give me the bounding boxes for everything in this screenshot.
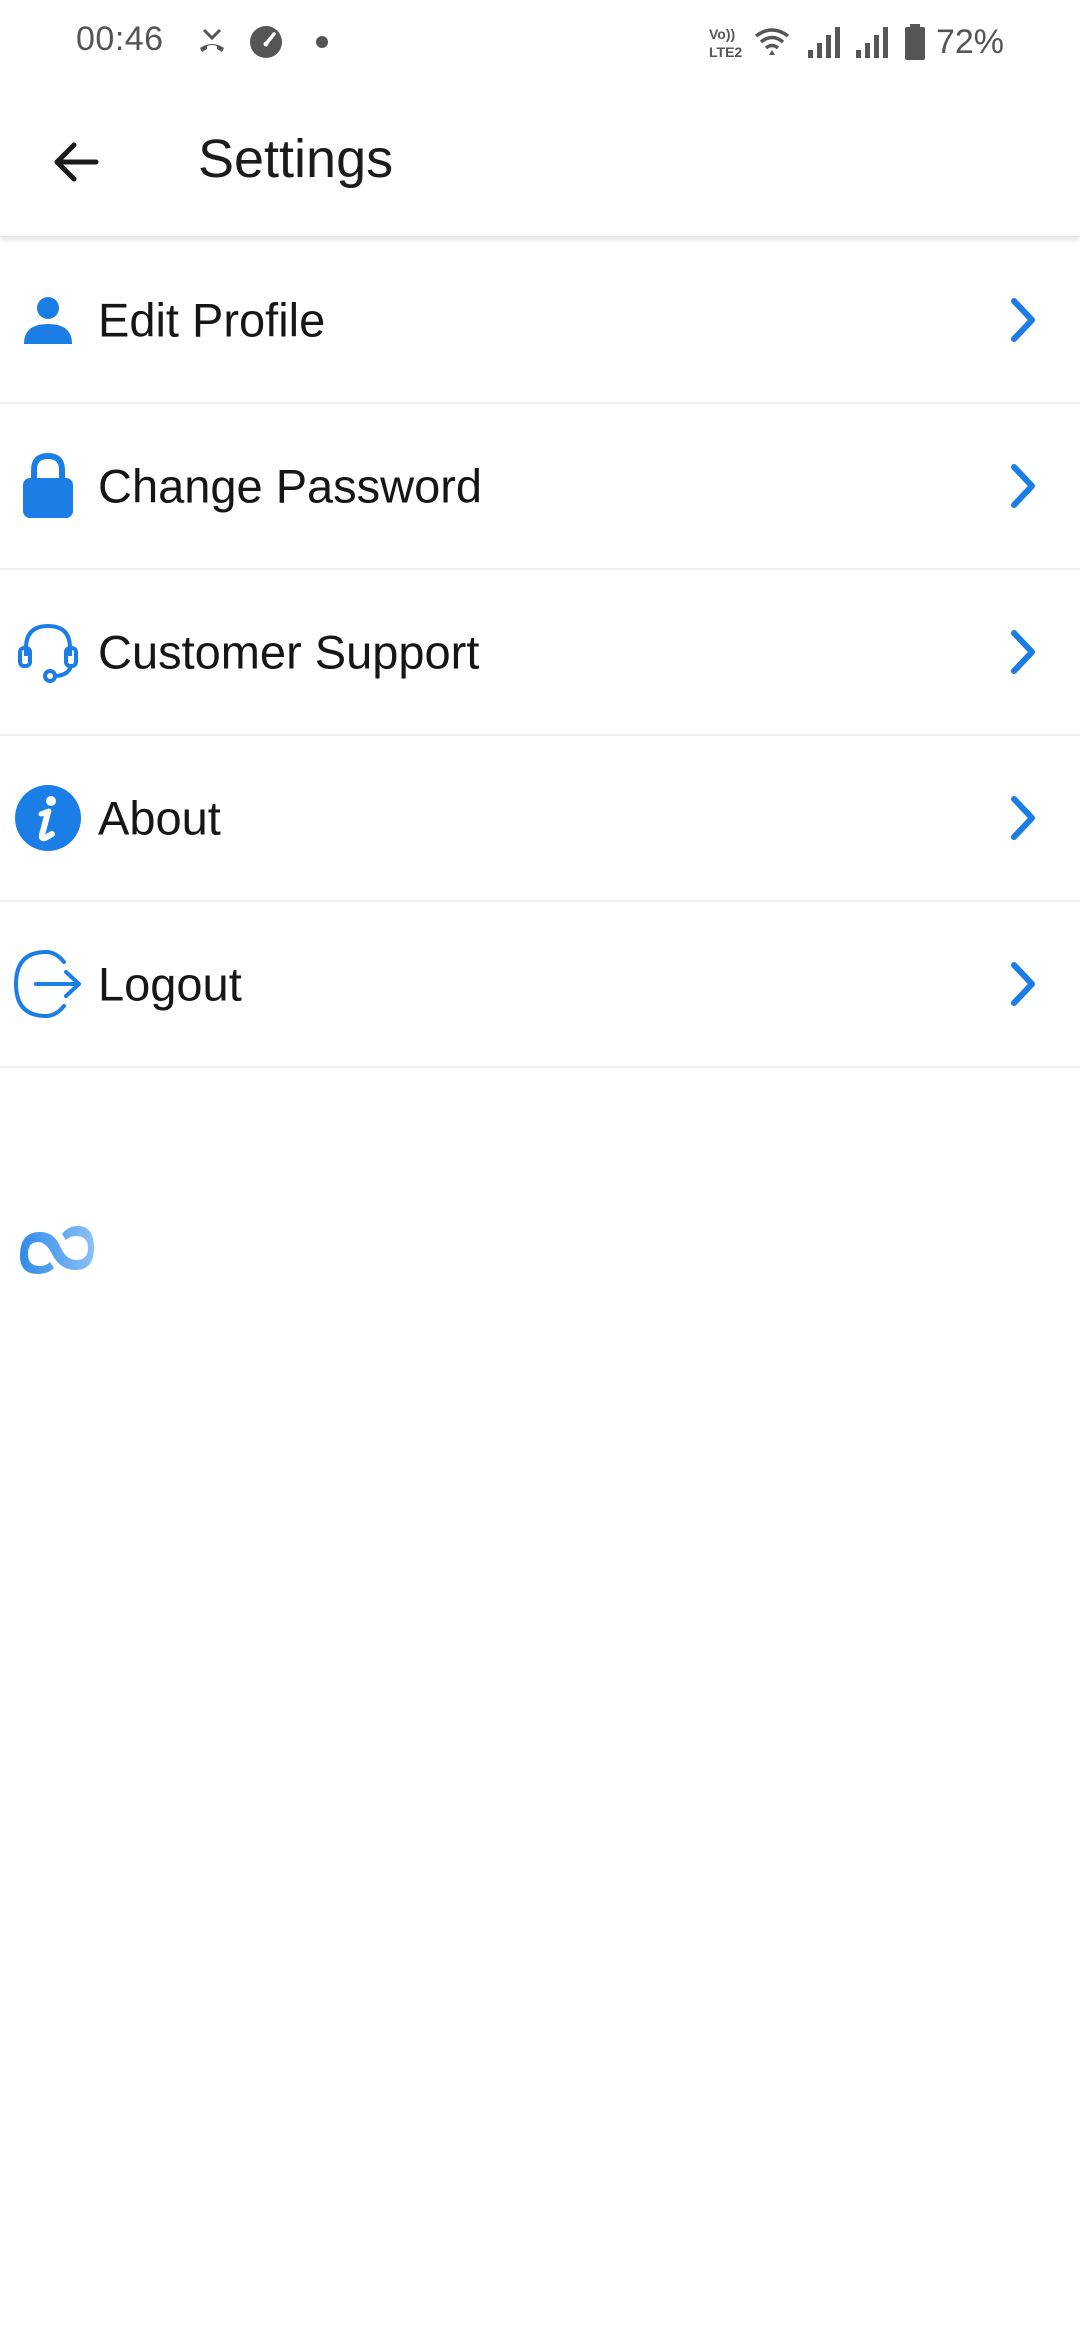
volte-lte2-icon: Vo)) LTE2 <box>708 22 748 62</box>
chevron-right-icon <box>1004 790 1044 846</box>
chevron-right-icon <box>1004 956 1044 1012</box>
menu-item-label: Customer Support <box>98 625 480 679</box>
status-bar: 00:46 Vo)) LTE2 72% <box>0 0 1080 84</box>
speedometer-icon <box>246 22 286 62</box>
loading-spinner-icon <box>14 1222 94 1278</box>
info-icon <box>12 782 84 854</box>
app-bar: Settings <box>0 84 1080 237</box>
menu-item-customer-support[interactable]: Customer Support <box>0 570 1080 736</box>
menu-item-about[interactable]: About <box>0 736 1080 902</box>
battery-icon <box>902 22 928 62</box>
missed-call-icon <box>192 22 232 62</box>
logout-icon <box>12 948 84 1020</box>
svg-text:Vo)): Vo)) <box>709 26 735 42</box>
wifi-icon <box>752 22 792 62</box>
status-right-icons: Vo)) LTE2 72% <box>708 18 1004 66</box>
svg-text:LTE2: LTE2 <box>709 44 742 60</box>
menu-item-label: Change Password <box>98 459 483 513</box>
menu-item-label: Edit Profile <box>98 293 326 347</box>
chevron-right-icon <box>1004 292 1044 348</box>
status-left-icons <box>192 22 336 62</box>
page-title: Settings <box>198 129 394 189</box>
menu-item-label: About <box>98 791 221 845</box>
arrow-left-icon <box>50 136 102 188</box>
menu-item-change-password[interactable]: Change Password <box>0 404 1080 570</box>
status-time: 00:46 <box>76 20 164 58</box>
headset-icon <box>12 616 84 688</box>
notification-dot-icon <box>316 22 336 62</box>
menu-item-logout[interactable]: Logout <box>0 902 1080 1068</box>
menu-item-edit-profile[interactable]: Edit Profile <box>0 238 1080 404</box>
person-icon <box>12 284 84 356</box>
settings-menu-list: Edit Profile Change Password Customer Su… <box>0 238 1080 1068</box>
chevron-right-icon <box>1004 458 1044 514</box>
battery-percentage: 72% <box>935 22 1004 61</box>
back-button[interactable] <box>36 122 116 202</box>
lock-icon <box>12 450 84 522</box>
chevron-right-icon <box>1004 624 1044 680</box>
signal-icon <box>852 22 892 62</box>
signal-icon <box>804 22 844 62</box>
menu-item-label: Logout <box>98 957 242 1011</box>
